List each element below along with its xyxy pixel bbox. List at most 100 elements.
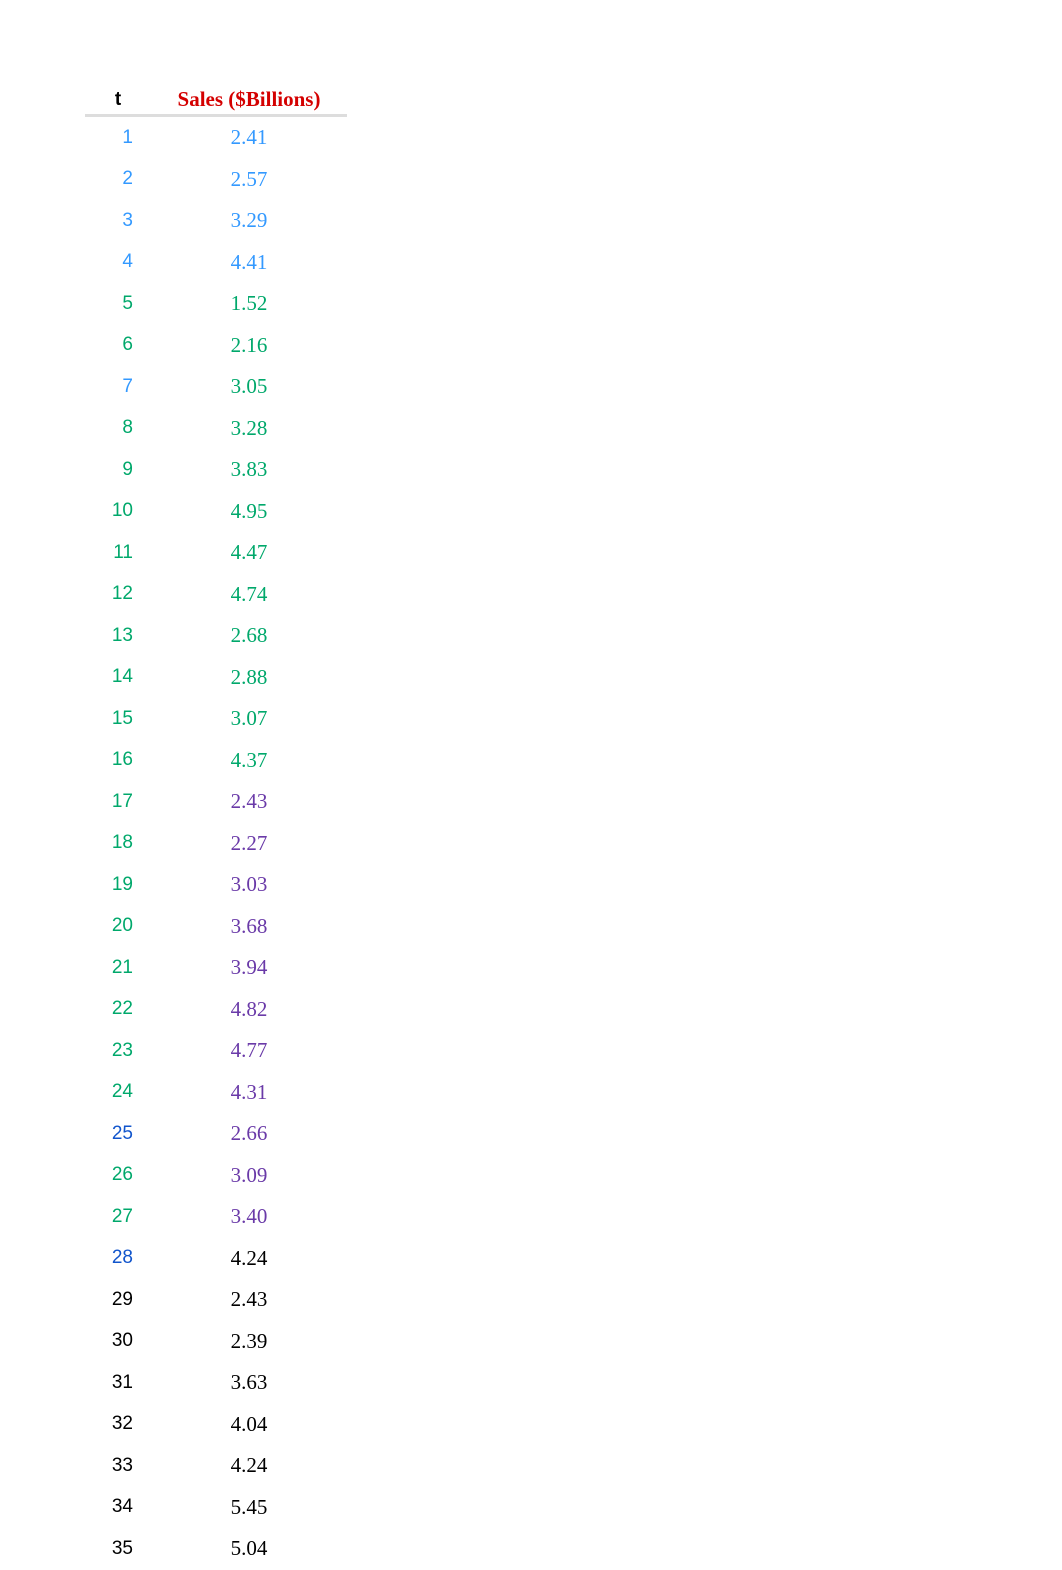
table-row: 345.45 bbox=[85, 1487, 347, 1529]
t-cell: 6 bbox=[85, 325, 151, 367]
table-row: 142.88 bbox=[85, 657, 347, 699]
sales-cell: 2.39 bbox=[151, 1321, 347, 1363]
table-row: 224.82 bbox=[85, 989, 347, 1031]
t-cell: 5 bbox=[85, 283, 151, 325]
sales-cell: 2.88 bbox=[151, 657, 347, 699]
t-cell: 28 bbox=[85, 1238, 151, 1280]
sales-cell: 2.43 bbox=[151, 1279, 347, 1321]
t-cell: 12 bbox=[85, 574, 151, 616]
sales-cell: 3.28 bbox=[151, 408, 347, 450]
table-row: 182.27 bbox=[85, 823, 347, 865]
sales-cell: 3.29 bbox=[151, 200, 347, 242]
sales-cell: 4.31 bbox=[151, 1072, 347, 1114]
t-cell: 11 bbox=[85, 532, 151, 574]
sales-cell: 3.09 bbox=[151, 1155, 347, 1197]
sales-cell: 2.43 bbox=[151, 781, 347, 823]
table-row: 153.07 bbox=[85, 698, 347, 740]
t-cell: 19 bbox=[85, 864, 151, 906]
table-row: 324.04 bbox=[85, 1404, 347, 1446]
t-cell: 17 bbox=[85, 781, 151, 823]
table-row: 124.74 bbox=[85, 574, 347, 616]
t-cell: 26 bbox=[85, 1155, 151, 1197]
page-container: t Sales ($Billions) 12.4122.5733.2944.41… bbox=[0, 0, 1062, 1570]
sales-cell: 3.07 bbox=[151, 698, 347, 740]
table-body: 12.4122.5733.2944.4151.5262.1673.0583.28… bbox=[85, 116, 347, 1570]
sales-cell: 1.52 bbox=[151, 283, 347, 325]
table-row: 263.09 bbox=[85, 1155, 347, 1197]
t-cell: 23 bbox=[85, 1030, 151, 1072]
table-row: 44.41 bbox=[85, 242, 347, 284]
t-cell: 9 bbox=[85, 449, 151, 491]
sales-cell: 2.41 bbox=[151, 116, 347, 159]
header-sales: Sales ($Billions) bbox=[151, 85, 347, 116]
table-row: 62.16 bbox=[85, 325, 347, 367]
sales-cell: 2.68 bbox=[151, 615, 347, 657]
sales-cell: 5.45 bbox=[151, 1487, 347, 1529]
table-row: 114.47 bbox=[85, 532, 347, 574]
t-cell: 3 bbox=[85, 200, 151, 242]
sales-cell: 4.74 bbox=[151, 574, 347, 616]
table-row: 292.43 bbox=[85, 1279, 347, 1321]
sales-cell: 3.40 bbox=[151, 1196, 347, 1238]
t-cell: 22 bbox=[85, 989, 151, 1031]
sales-cell: 4.47 bbox=[151, 532, 347, 574]
sales-cell: 3.05 bbox=[151, 366, 347, 408]
table-row: 203.68 bbox=[85, 906, 347, 948]
t-cell: 20 bbox=[85, 906, 151, 948]
table-row: 132.68 bbox=[85, 615, 347, 657]
t-cell: 10 bbox=[85, 491, 151, 533]
sales-cell: 4.37 bbox=[151, 740, 347, 782]
sales-cell: 3.68 bbox=[151, 906, 347, 948]
sales-cell: 2.66 bbox=[151, 1113, 347, 1155]
table-header-row: t Sales ($Billions) bbox=[85, 85, 347, 116]
sales-cell: 5.04 bbox=[151, 1528, 347, 1570]
sales-cell: 3.63 bbox=[151, 1362, 347, 1404]
table-row: 355.04 bbox=[85, 1528, 347, 1570]
t-cell: 35 bbox=[85, 1528, 151, 1570]
sales-cell: 3.03 bbox=[151, 864, 347, 906]
table-row: 313.63 bbox=[85, 1362, 347, 1404]
table-row: 83.28 bbox=[85, 408, 347, 450]
table-row: 172.43 bbox=[85, 781, 347, 823]
table-row: 12.41 bbox=[85, 116, 347, 159]
t-cell: 21 bbox=[85, 947, 151, 989]
sales-cell: 4.95 bbox=[151, 491, 347, 533]
t-cell: 13 bbox=[85, 615, 151, 657]
table-row: 284.24 bbox=[85, 1238, 347, 1280]
t-cell: 14 bbox=[85, 657, 151, 699]
t-cell: 33 bbox=[85, 1445, 151, 1487]
t-cell: 8 bbox=[85, 408, 151, 450]
table-row: 33.29 bbox=[85, 200, 347, 242]
sales-cell: 4.77 bbox=[151, 1030, 347, 1072]
t-cell: 29 bbox=[85, 1279, 151, 1321]
table-row: 51.52 bbox=[85, 283, 347, 325]
t-cell: 34 bbox=[85, 1487, 151, 1529]
sales-cell: 4.82 bbox=[151, 989, 347, 1031]
sales-cell: 4.04 bbox=[151, 1404, 347, 1446]
t-cell: 16 bbox=[85, 740, 151, 782]
table-row: 73.05 bbox=[85, 366, 347, 408]
sales-cell: 2.27 bbox=[151, 823, 347, 865]
sales-cell: 2.16 bbox=[151, 325, 347, 367]
sales-cell: 3.83 bbox=[151, 449, 347, 491]
sales-cell: 2.57 bbox=[151, 159, 347, 201]
sales-cell: 3.94 bbox=[151, 947, 347, 989]
t-cell: 1 bbox=[85, 116, 151, 159]
table-row: 302.39 bbox=[85, 1321, 347, 1363]
table-row: 104.95 bbox=[85, 491, 347, 533]
t-cell: 25 bbox=[85, 1113, 151, 1155]
t-cell: 15 bbox=[85, 698, 151, 740]
t-cell: 32 bbox=[85, 1404, 151, 1446]
table-row: 252.66 bbox=[85, 1113, 347, 1155]
sales-cell: 4.41 bbox=[151, 242, 347, 284]
t-cell: 7 bbox=[85, 366, 151, 408]
table-row: 234.77 bbox=[85, 1030, 347, 1072]
t-cell: 31 bbox=[85, 1362, 151, 1404]
t-cell: 27 bbox=[85, 1196, 151, 1238]
table-row: 164.37 bbox=[85, 740, 347, 782]
sales-cell: 4.24 bbox=[151, 1445, 347, 1487]
table-row: 213.94 bbox=[85, 947, 347, 989]
header-t: t bbox=[85, 85, 151, 116]
t-cell: 2 bbox=[85, 159, 151, 201]
table-row: 22.57 bbox=[85, 159, 347, 201]
